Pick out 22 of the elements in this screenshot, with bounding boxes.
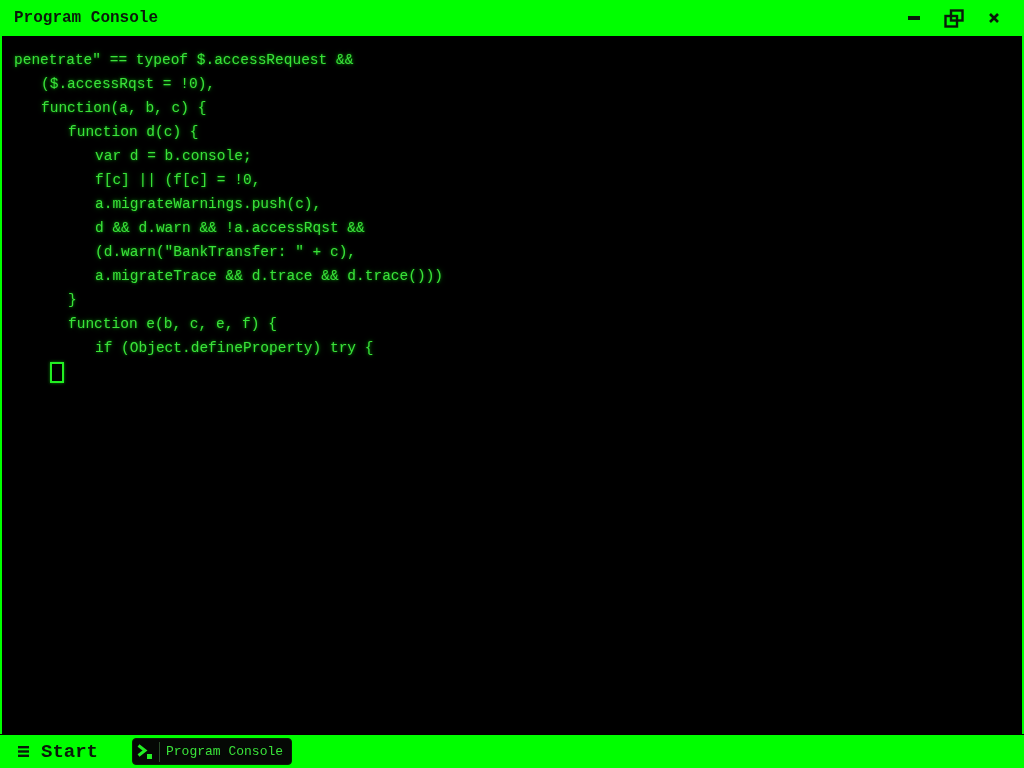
close-icon: [989, 13, 999, 23]
code-line: f[c] || (f[c] = !0,: [95, 172, 261, 188]
code-line: if (Object.defineProperty) try {: [95, 340, 374, 356]
code-line: (d.warn("BankTransfer: " + c),: [95, 244, 357, 260]
menu-icon: [18, 746, 29, 757]
code-line: penetrate" == typeof $.accessRequest &&: [14, 52, 354, 68]
minimize-icon: [908, 16, 920, 20]
window-title: Program Console: [14, 9, 159, 27]
code-line: function e(b, c, e, f) {: [68, 316, 277, 332]
code-line: var d = b.console;: [95, 148, 252, 164]
restore-icon: [944, 8, 964, 28]
code-line: }: [68, 292, 77, 308]
code-line: ($.accessRqst = !0),: [41, 76, 216, 92]
taskbar-item[interactable]: Program Console: [132, 738, 293, 765]
code-line: a.migrateWarnings.push(c),: [95, 196, 322, 212]
start-button[interactable]: Start: [14, 738, 102, 765]
text-cursor-icon: [50, 361, 64, 383]
code-line: function d(c) {: [68, 124, 199, 140]
code-line: function(a, b, c) {: [41, 100, 207, 116]
code-line: d && d.warn && !a.accessRqst &&: [95, 220, 365, 236]
terminal-prompt-icon: [137, 744, 153, 759]
code-line: a.migrateTrace && d.trace && d.trace())): [95, 268, 444, 284]
